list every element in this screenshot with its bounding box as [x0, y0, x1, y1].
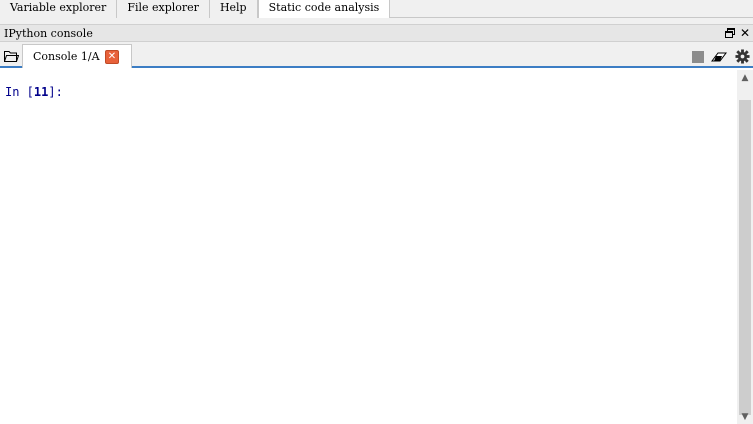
scroll-thumb[interactable]: [739, 100, 751, 415]
undock-icon[interactable]: [724, 27, 736, 39]
scroll-down-icon[interactable]: ▼: [737, 410, 753, 424]
stop-icon[interactable]: [692, 51, 704, 63]
scroll-up-icon[interactable]: ▲: [737, 70, 753, 86]
input-prompt: In [11]:: [5, 85, 63, 99]
console-output[interactable]: In [11]:: [0, 70, 737, 424]
tab-file-explorer[interactable]: File explorer: [117, 0, 210, 18]
gear-icon[interactable]: [735, 49, 750, 64]
tab-variable-explorer[interactable]: Variable explorer: [0, 0, 118, 18]
console-tab-label: Console 1/A: [33, 50, 100, 63]
folder-icon[interactable]: [3, 49, 20, 63]
prompt-number: 11: [33, 85, 49, 99]
pane-tab-bar: Variable explorer File explorer Help Sta…: [0, 0, 753, 19]
close-icon[interactable]: ✕: [105, 50, 119, 64]
tab-help[interactable]: Help: [209, 0, 258, 18]
console-tab-bar: Console 1/A ✕: [0, 42, 753, 68]
vertical-scrollbar[interactable]: ▲ ▼: [737, 70, 753, 424]
pane-title: IPython console: [4, 27, 93, 40]
eraser-icon[interactable]: [711, 50, 727, 64]
prompt-prefix: In [: [5, 85, 34, 99]
close-icon[interactable]: ✕: [739, 26, 751, 40]
ipython-console-title-bar: IPython console ✕: [0, 24, 753, 42]
console-tab[interactable]: Console 1/A ✕: [22, 44, 132, 68]
prompt-suffix: ]:: [48, 85, 63, 99]
tab-static-code-analysis[interactable]: Static code analysis: [257, 0, 391, 19]
